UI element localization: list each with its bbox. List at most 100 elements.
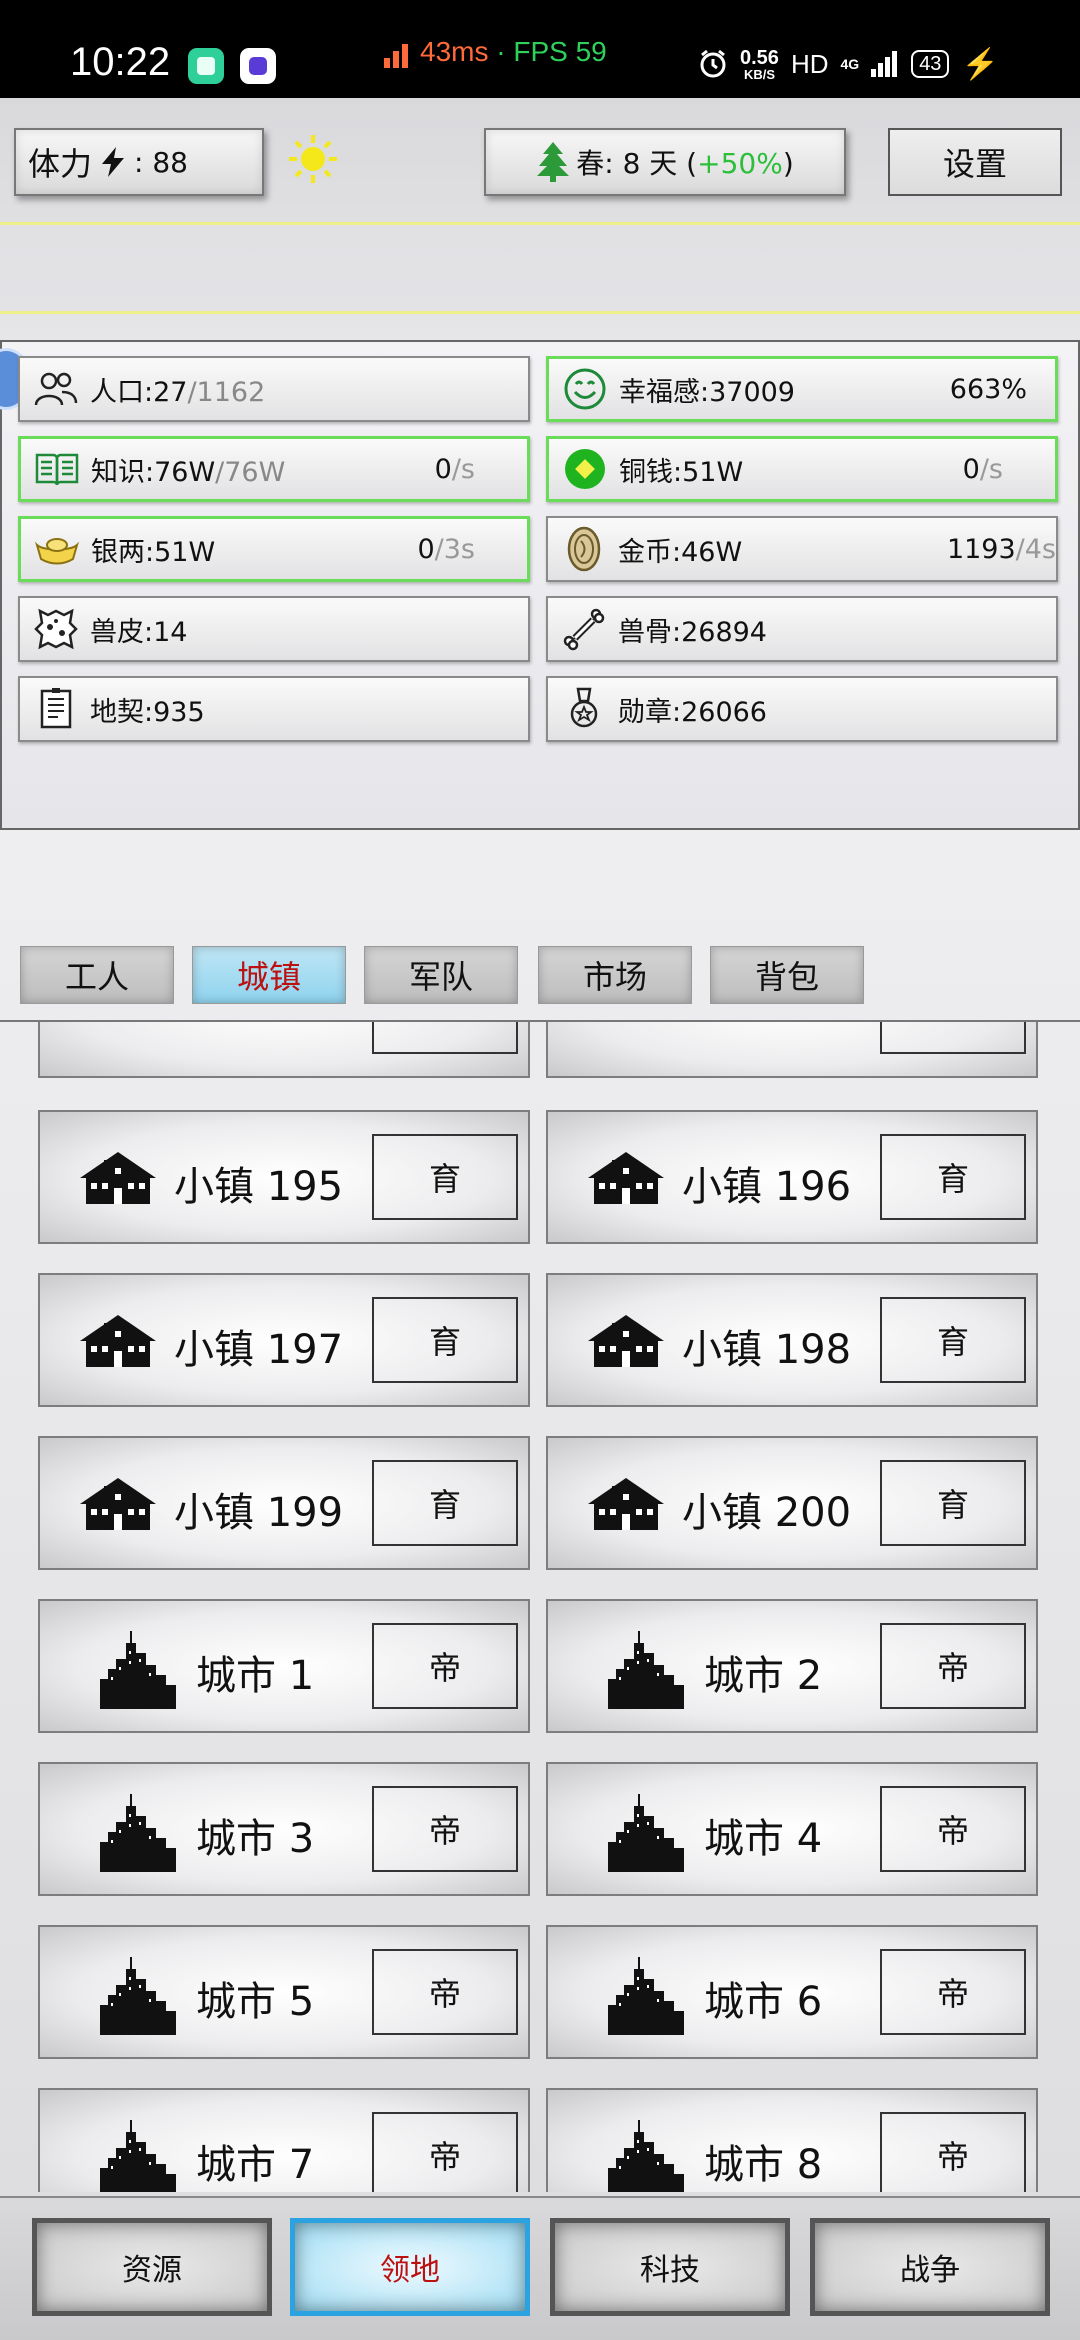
town-action-button[interactable]: 育 <box>372 1460 518 1546</box>
latency-text: 43ms <box>420 36 489 67</box>
open-book-icon <box>35 453 79 486</box>
city-action-button[interactable]: 帝 <box>880 1623 1026 1709</box>
deed-text: 地契:935 <box>90 696 205 728</box>
bone-text: 兽骨:26894 <box>618 616 767 648</box>
copper-rate: 0/s <box>962 453 1003 485</box>
town-name: 小镇 199 <box>174 1490 344 1536</box>
silver-text: 银两:51W <box>91 536 216 568</box>
tab-market[interactable]: 市场 <box>538 946 692 1004</box>
stamina-value: : 88 <box>134 145 188 179</box>
town-name: 城市 8 <box>704 2142 823 2188</box>
hd-badge: HD <box>790 48 829 79</box>
city-card[interactable]: 城市 1 帝 <box>38 1599 530 1733</box>
status-bar: 10:22 43ms · FPS 59 0.56 KB/S HD 4G 43 ⚡ <box>0 0 1080 98</box>
bone-icon <box>563 608 605 651</box>
season-text: 春: 8 天 (+50%) <box>576 147 794 180</box>
town-card[interactable]: 小镇 199 育 <box>38 1436 530 1570</box>
town-card[interactable]: 小镇 195 育 <box>38 1110 530 1244</box>
people-icon <box>34 372 78 406</box>
city-action-button[interactable]: 帝 <box>372 1949 518 2035</box>
charging-icon: ⚡ <box>961 47 999 81</box>
smiley-icon <box>564 368 606 410</box>
season-bonus: +50% <box>697 147 783 180</box>
resource-bone: 兽骨:26894 <box>546 596 1058 662</box>
town-action-button[interactable]: 育 <box>880 1460 1026 1546</box>
city-action-button[interactable]: 帝 <box>880 1949 1026 2035</box>
tab-workers[interactable]: 工人 <box>20 946 174 1004</box>
happiness-percent: 663% <box>949 373 1027 405</box>
event-banner <box>0 222 1080 314</box>
app-notification-icon <box>188 48 224 84</box>
town-card[interactable]: 小镇 198 育 <box>546 1273 1038 1407</box>
city-card[interactable]: 城市 6 帝 <box>546 1925 1038 2059</box>
town-list[interactable]: 小镇 195 育小镇 196 育小镇 197 育小镇 198 育小镇 199 育小镇 20… <box>0 1020 1080 2192</box>
city-card[interactable]: 城市 8 帝 <box>546 2088 1038 2192</box>
knowledge-rate: 0/s <box>434 453 475 485</box>
town-name: 城市 6 <box>704 1979 823 2025</box>
battery-icon: 43 <box>911 50 950 78</box>
population-text: 人口:27/1162 <box>90 376 266 408</box>
city-card[interactable]: 城市 2 帝 <box>546 1599 1038 1733</box>
gold-text: 金币:46W <box>618 536 743 568</box>
nav-resources[interactable]: 资源 <box>32 2218 272 2316</box>
hide-text: 兽皮:14 <box>90 616 188 648</box>
resource-silver: 银两:51W 0/3s <box>18 516 530 582</box>
resource-copper: 铜钱:51W 0/s <box>546 436 1058 502</box>
city-action-button[interactable]: 帝 <box>880 2112 1026 2192</box>
town-name: 城市 5 <box>196 1979 315 2025</box>
city-card[interactable]: 城市 3 帝 <box>38 1762 530 1896</box>
city-action-button[interactable]: 帝 <box>880 1786 1026 1872</box>
city-action-button[interactable]: 帝 <box>372 1786 518 1872</box>
nav-technology[interactable]: 科技 <box>550 2218 790 2316</box>
silver-ingot-icon <box>34 538 80 565</box>
town-action-button-partial[interactable] <box>880 1022 1026 1054</box>
medal-text: 勋章:26066 <box>618 696 767 728</box>
gold-rate: 1193/4s <box>946 533 1056 565</box>
happiness-text: 幸福感:37009 <box>619 376 795 408</box>
town-action-button[interactable]: 育 <box>372 1297 518 1383</box>
nav-territory[interactable]: 领地 <box>290 2218 530 2316</box>
town-card[interactable]: 小镇 200 育 <box>546 1436 1038 1570</box>
sun-weather-icon <box>289 135 337 183</box>
city-card[interactable]: 城市 5 帝 <box>38 1925 530 2059</box>
town-name: 城市 3 <box>196 1816 315 1862</box>
resource-gold: 金币:46W 1193/4s <box>546 516 1058 582</box>
resource-knowledge: 知识:76W/76W 0/s <box>18 436 530 502</box>
stamina-display: 体力 : 88 <box>14 128 264 196</box>
city-card[interactable]: 城市 4 帝 <box>546 1762 1038 1896</box>
pine-tree-icon <box>537 142 570 182</box>
tab-backpack[interactable]: 背包 <box>710 946 864 1004</box>
town-name: 小镇 198 <box>682 1327 852 1373</box>
town-action-button[interactable]: 育 <box>880 1134 1026 1220</box>
town-action-button-partial[interactable] <box>372 1022 518 1054</box>
performance-readout: 43ms · FPS 59 <box>420 36 607 68</box>
gold-coin-icon <box>567 526 601 572</box>
town-card[interactable]: 小镇 197 育 <box>38 1273 530 1407</box>
clock: 10:22 <box>70 40 171 84</box>
town-card[interactable]: 小镇 196 育 <box>546 1110 1038 1244</box>
town-name: 小镇 197 <box>174 1327 344 1373</box>
town-name: 小镇 200 <box>682 1490 852 1536</box>
nav-war[interactable]: 战争 <box>810 2218 1050 2316</box>
season-display: 春: 8 天 (+50%) <box>484 128 846 196</box>
lightning-icon <box>102 147 125 177</box>
city-action-button[interactable]: 帝 <box>372 1623 518 1709</box>
town-action-button[interactable]: 育 <box>880 1297 1026 1383</box>
bottom-navigation: 资源 领地 科技 战争 <box>0 2196 1080 2340</box>
app-notification-icon-2 <box>240 48 276 84</box>
settings-button[interactable]: 设置 <box>888 128 1062 196</box>
tab-towns[interactable]: 城镇 <box>192 946 346 1004</box>
medal-icon <box>570 687 598 728</box>
resource-medal: 勋章:26066 <box>546 676 1058 742</box>
resource-happiness: 幸福感:37009 663% <box>546 356 1058 422</box>
city-card[interactable]: 城市 7 帝 <box>38 2088 530 2192</box>
town-name: 城市 4 <box>704 1816 823 1862</box>
animal-hide-icon <box>34 608 78 650</box>
network-type: 4G <box>840 56 860 72</box>
town-action-button[interactable]: 育 <box>372 1134 518 1220</box>
town-name: 小镇 195 <box>174 1164 344 1210</box>
city-action-button[interactable]: 帝 <box>372 2112 518 2192</box>
copper-coin-icon <box>565 449 605 489</box>
town-name: 城市 7 <box>196 2142 315 2188</box>
tab-army[interactable]: 军队 <box>364 946 518 1004</box>
